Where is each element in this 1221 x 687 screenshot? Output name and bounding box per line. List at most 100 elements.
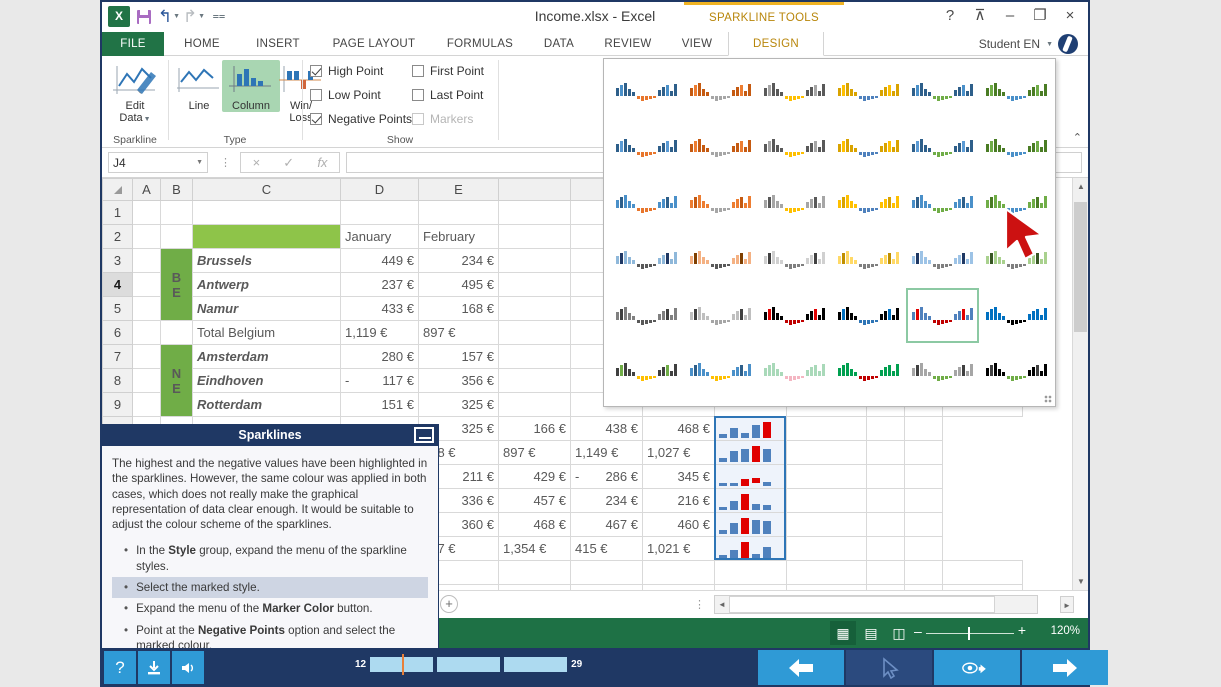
cell[interactable]	[904, 464, 943, 489]
value-cell[interactable]: 468 €	[642, 416, 715, 441]
cell[interactable]	[132, 248, 161, 273]
sparkline-style-option-30[interactable]	[610, 344, 683, 399]
cell[interactable]	[498, 224, 571, 249]
sparkline-style-option-33[interactable]	[832, 344, 905, 399]
page-break-preview-icon[interactable]: ◫	[886, 621, 912, 645]
tab-file[interactable]: FILE	[102, 32, 164, 56]
value-cell[interactable]: 415 €	[570, 536, 643, 561]
sparkline-style-option-16[interactable]	[906, 176, 979, 231]
sparkline-style-option-1[interactable]	[684, 64, 757, 119]
sparkline-style-option-19[interactable]	[684, 232, 757, 287]
cell[interactable]	[786, 512, 867, 537]
check-last-point[interactable]: Last Point	[412, 88, 483, 102]
cell[interactable]	[498, 296, 571, 321]
sparkline-style-option-24[interactable]	[610, 288, 683, 343]
sparkline-style-option-35[interactable]	[980, 344, 1053, 399]
zoom-slider[interactable]: – +	[914, 622, 1026, 641]
ribbon-display-options-icon[interactable]: ⊼	[970, 6, 990, 24]
cell[interactable]	[904, 560, 943, 585]
horizontal-scroll-thumb[interactable]	[729, 596, 995, 613]
check-negative-points[interactable]: Negative Points	[310, 112, 412, 126]
sparkline-cell[interactable]	[714, 512, 787, 537]
show-step-button[interactable]	[934, 650, 1020, 685]
value-january[interactable]: 433 €	[340, 296, 419, 321]
minimize-callout-icon[interactable]	[414, 427, 434, 443]
cell[interactable]	[132, 200, 161, 225]
cell[interactable]	[132, 368, 161, 393]
vertical-scrollbar[interactable]: ▲ ▼	[1072, 178, 1088, 590]
cell[interactable]	[866, 560, 905, 585]
value-cell[interactable]: 1,021 €	[642, 536, 715, 561]
value-cell[interactable]: 457 €	[498, 488, 571, 513]
sparkline-cell[interactable]	[714, 488, 787, 513]
row-header-3[interactable]: 3	[102, 248, 133, 273]
sparkline-style-option-14[interactable]	[758, 176, 831, 231]
check-high-point[interactable]: High Point	[310, 64, 383, 78]
cell[interactable]	[132, 392, 161, 417]
row-header-2[interactable]: 2	[102, 224, 133, 249]
column-header-B[interactable]: B	[160, 178, 193, 201]
cell[interactable]	[714, 560, 787, 585]
tab-insert[interactable]: INSERT	[240, 32, 316, 56]
close-icon[interactable]: ×	[1060, 7, 1080, 24]
cell[interactable]	[786, 560, 867, 585]
sparkline-style-option-20[interactable]	[758, 232, 831, 287]
value-february[interactable]: 897 €	[418, 320, 499, 345]
sparkline-style-option-26[interactable]	[758, 288, 831, 343]
value-cell[interactable]: 1,027 €	[642, 440, 715, 465]
tab-view[interactable]: VIEW	[666, 32, 728, 56]
tab-data[interactable]: DATA	[528, 32, 590, 56]
cell[interactable]	[786, 464, 867, 489]
name-box[interactable]: J4 ▼	[108, 152, 208, 173]
pointer-button[interactable]	[846, 650, 932, 685]
value-january[interactable]: -117 €	[340, 368, 419, 393]
sparkline-style-option-32[interactable]	[758, 344, 831, 399]
row-header-7[interactable]: 7	[102, 344, 133, 369]
sparkline-style-option-4[interactable]	[906, 64, 979, 119]
cell[interactable]	[786, 488, 867, 513]
column-header-F[interactable]	[498, 178, 571, 201]
cell[interactable]	[904, 440, 943, 465]
row-header-1[interactable]: 1	[102, 200, 133, 225]
next-button[interactable]	[1022, 650, 1108, 685]
sparkline-style-option-15[interactable]	[832, 176, 905, 231]
value-january[interactable]: 237 €	[340, 272, 419, 297]
cell[interactable]	[498, 560, 571, 585]
value-january[interactable]: 151 €	[340, 392, 419, 417]
restore-icon[interactable]: ❐	[1030, 6, 1050, 24]
chevron-down-icon[interactable]: ▼	[1046, 41, 1053, 48]
cell[interactable]	[418, 200, 499, 225]
sparkline-style-option-10[interactable]	[906, 120, 979, 175]
cell[interactable]	[498, 272, 571, 297]
sparkline-style-option-31[interactable]	[684, 344, 757, 399]
progress-segment[interactable]	[504, 657, 568, 672]
progress-segment[interactable]	[437, 657, 501, 672]
sparkline-style-option-34[interactable]	[906, 344, 979, 399]
cell[interactable]	[160, 224, 193, 249]
cell[interactable]	[498, 248, 571, 273]
sparkline-style-option-9[interactable]	[832, 120, 905, 175]
cell[interactable]	[498, 344, 571, 369]
cell[interactable]	[192, 224, 341, 249]
minimize-icon[interactable]: –	[1000, 7, 1020, 24]
value-cell[interactable]: 460 €	[642, 512, 715, 537]
sparkline-style-option-0[interactable]	[610, 64, 683, 119]
edit-data-button[interactable]: Edit Data▼	[106, 60, 164, 124]
progress-segment[interactable]	[370, 654, 434, 675]
group-label-be[interactable]: BE	[160, 248, 193, 321]
value-cell[interactable]: 345 €	[642, 464, 715, 489]
city-name[interactable]: Antwerp	[192, 272, 341, 297]
sparkline-style-option-18[interactable]	[610, 232, 683, 287]
cell[interactable]	[132, 296, 161, 321]
cell[interactable]	[786, 536, 867, 561]
value-january[interactable]: 280 €	[340, 344, 419, 369]
value-cell[interactable]: 1,354 €	[498, 536, 571, 561]
row-header-8[interactable]: 8	[102, 368, 133, 393]
cell[interactable]	[866, 536, 905, 561]
value-cell[interactable]: 234 €	[570, 488, 643, 513]
cell[interactable]	[498, 368, 571, 393]
cell[interactable]	[866, 464, 905, 489]
sparkline-style-option-12[interactable]	[610, 176, 683, 231]
column-header-A[interactable]: A	[132, 178, 161, 201]
sparkline-style-gallery[interactable]	[603, 58, 1056, 407]
